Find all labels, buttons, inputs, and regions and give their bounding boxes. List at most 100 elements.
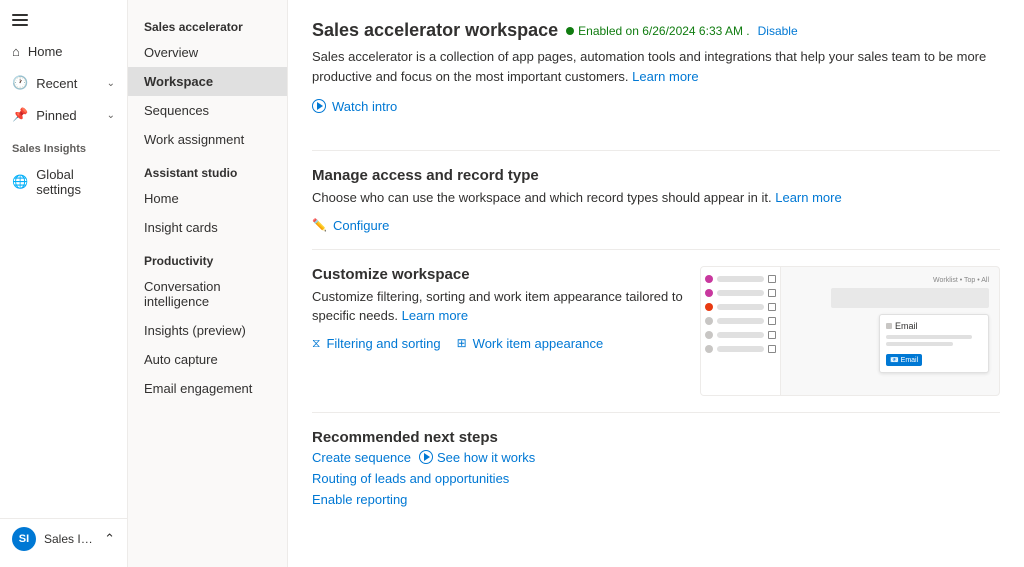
play-triangle	[317, 102, 323, 110]
recent-icon: 🕐	[12, 75, 28, 91]
sidebar-item-label: Home	[28, 44, 63, 59]
next-step-row-create-sequence: Create sequence See how it works	[312, 450, 1000, 465]
grid-icon: ⊞	[457, 336, 467, 350]
hamburger-menu[interactable]	[8, 10, 32, 30]
pin-icon: 📌	[12, 107, 28, 123]
nav-section-sales-insights: Sales Insights	[0, 131, 127, 159]
play-icon-small	[419, 450, 433, 464]
preview-card-line	[886, 335, 972, 339]
preview-dot	[705, 345, 713, 353]
mid-item-sequences[interactable]: Sequences	[128, 96, 287, 125]
status-dot	[566, 27, 574, 35]
preview-list-item	[705, 345, 776, 353]
status-badge: Enabled on 6/26/2024 6:33 AM .	[566, 24, 749, 38]
preview-line	[717, 290, 764, 296]
recommended-title: Recommended next steps	[312, 429, 1000, 446]
manage-access-learn-more[interactable]: Learn more	[775, 190, 841, 205]
preview-card: Email 📧 Email	[879, 314, 989, 373]
disable-link[interactable]: Disable	[758, 24, 798, 38]
hamburger-line	[12, 24, 28, 26]
mid-item-work-assignment[interactable]: Work assignment	[128, 125, 287, 154]
preview-dot	[705, 303, 713, 311]
sidebar-item-global-settings[interactable]: 🌐 Global settings	[0, 159, 127, 205]
watch-intro-button[interactable]: Watch intro	[312, 99, 397, 114]
preview-list-item	[705, 303, 776, 311]
preview-check	[768, 289, 776, 297]
preview-dot	[705, 317, 713, 325]
manage-access-desc: Choose who can use the workspace and whi…	[312, 188, 912, 208]
sidebar-item-label: Global settings	[36, 167, 115, 197]
recommended-next-steps-section: Recommended next steps Create sequence S…	[312, 429, 1000, 507]
manage-access-title: Manage access and record type	[312, 167, 1000, 184]
enable-reporting-link[interactable]: Enable reporting	[312, 492, 1000, 507]
preview-check	[768, 331, 776, 339]
nav-bottom-user[interactable]: SI Sales Insights sett... ⌃	[0, 518, 127, 559]
see-how-it-works-button[interactable]: See how it works	[419, 450, 535, 465]
sidebar-item-pinned[interactable]: 📌 Pinned ⌄	[0, 99, 127, 131]
preview-right: Worklist • Top • All Email 📧 Email	[781, 267, 999, 395]
nav-bottom-label: Sales Insights sett...	[44, 532, 96, 546]
chevron-down-icon: ⌄	[107, 78, 115, 89]
preview-dot	[705, 331, 713, 339]
mid-section-productivity: Productivity	[128, 242, 287, 272]
see-how-label: See how it works	[437, 450, 535, 465]
mid-item-insights-preview[interactable]: Insights (preview)	[128, 316, 287, 345]
mid-nav: Sales accelerator Overview Workspace Seq…	[128, 0, 288, 567]
configure-button[interactable]: ✏️ Configure	[312, 218, 389, 233]
sidebar-item-home[interactable]: ⌂ Home	[0, 36, 127, 67]
work-item-appearance-button[interactable]: ⊞ Work item appearance	[457, 336, 604, 351]
watch-intro-label: Watch intro	[332, 99, 397, 114]
preview-card-button: 📧 Email	[886, 354, 922, 366]
mid-section-sales-accelerator: Sales accelerator	[128, 8, 287, 38]
workspace-preview: Worklist • Top • All Email 📧 Email	[700, 266, 1000, 396]
left-nav: ⌂ Home 🕐 Recent ⌄ 📌 Pinned ⌄ Sales Insig…	[0, 0, 128, 567]
mid-item-conversation-intelligence[interactable]: Conversation intelligence	[128, 272, 287, 316]
preview-card-title: Email	[886, 321, 982, 331]
play-triangle-small	[424, 453, 430, 461]
mid-item-workspace[interactable]: Workspace	[128, 67, 287, 96]
routing-link[interactable]: Routing of leads and opportunities	[312, 471, 1000, 486]
main-content: Sales accelerator workspace Enabled on 6…	[288, 0, 1024, 567]
preview-check	[768, 303, 776, 311]
mid-item-overview[interactable]: Overview	[128, 38, 287, 67]
play-icon	[312, 99, 326, 113]
preview-header-line: Worklist • Top • All	[933, 277, 989, 284]
manage-access-desc-text: Choose who can use the workspace and whi…	[312, 190, 772, 205]
mid-item-home[interactable]: Home	[128, 184, 287, 213]
preview-line	[717, 346, 764, 352]
chevron-up-icon: ⌃	[104, 531, 115, 547]
preview-line	[717, 318, 764, 324]
sidebar-item-label: Pinned	[36, 108, 76, 123]
customize-title: Customize workspace	[312, 266, 684, 283]
mid-item-insight-cards[interactable]: Insight cards	[128, 213, 287, 242]
customize-learn-more[interactable]: Learn more	[402, 308, 468, 323]
preview-list-item	[705, 275, 776, 283]
home-icon: ⌂	[12, 44, 20, 59]
sidebar-item-recent[interactable]: 🕐 Recent ⌄	[0, 67, 127, 99]
mid-item-auto-capture[interactable]: Auto capture	[128, 345, 287, 374]
page-description: Sales accelerator is a collection of app…	[312, 47, 992, 86]
title-row: Sales accelerator workspace Enabled on 6…	[312, 20, 1000, 41]
preview-check	[768, 275, 776, 283]
avatar: SI	[12, 527, 36, 551]
filtering-label: Filtering and sorting	[326, 336, 440, 351]
hamburger-line	[12, 14, 28, 16]
preview-card-line	[886, 342, 953, 346]
customize-workspace-section: Customize workspace Customize filtering,…	[312, 266, 1000, 396]
preview-list-item	[705, 289, 776, 297]
create-sequence-link[interactable]: Create sequence	[312, 450, 411, 465]
learn-more-link[interactable]: Learn more	[632, 69, 698, 84]
preview-list	[701, 267, 781, 395]
customize-left: Customize workspace Customize filtering,…	[312, 266, 684, 359]
manage-access-section: Manage access and record type Choose who…	[312, 167, 1000, 233]
preview-list-item	[705, 331, 776, 339]
mid-item-email-engagement[interactable]: Email engagement	[128, 374, 287, 403]
filtering-sorting-button[interactable]: ⧖ Filtering and sorting	[312, 336, 441, 351]
work-item-label: Work item appearance	[473, 336, 604, 351]
chevron-down-icon: ⌄	[107, 110, 115, 121]
preview-line	[717, 332, 764, 338]
page-title: Sales accelerator workspace	[312, 20, 558, 41]
pencil-icon: ✏️	[312, 218, 327, 232]
preview-dot	[705, 289, 713, 297]
status-text: Enabled on 6/26/2024 6:33 AM .	[578, 24, 749, 38]
